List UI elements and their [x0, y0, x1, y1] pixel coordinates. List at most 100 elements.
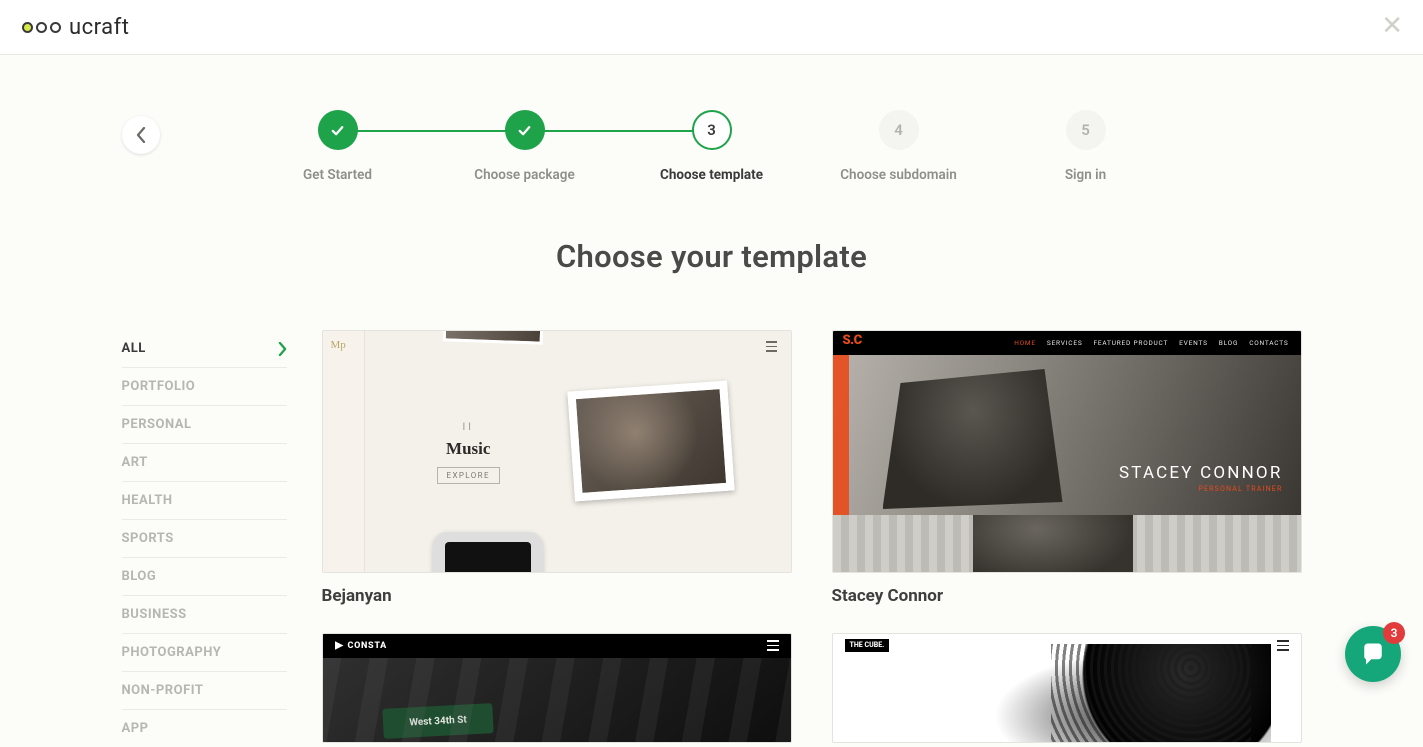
category-item-app[interactable]: APP — [122, 710, 287, 747]
brand-name: ucraft — [69, 15, 129, 40]
person-icon — [883, 369, 1063, 509]
step-choose-subdomain[interactable]: 4 Choose subdomain — [805, 110, 992, 183]
header: ucraft ✕ — [0, 0, 1423, 55]
template-title: Bejanyan — [322, 586, 792, 606]
chat-badge: 3 — [1383, 622, 1405, 644]
template-title: Stacey Connor — [832, 586, 1302, 606]
thumb-hero-subtitle: PERSONAL TRAINER — [1198, 485, 1282, 493]
thumb-heading: Music — [437, 439, 500, 459]
phone-icon — [433, 532, 543, 573]
step-choose-package[interactable]: Choose package — [431, 110, 618, 183]
step-connector — [731, 130, 881, 132]
step-label: Choose package — [474, 167, 574, 183]
step-number: 3 — [707, 121, 716, 139]
step-choose-template[interactable]: 3 Choose template — [618, 110, 805, 183]
thumb-brand: THE CUBE. — [845, 639, 890, 652]
chevron-right-icon — [278, 342, 287, 356]
category-label: PHOTOGRAPHY — [122, 645, 222, 660]
category-item-personal[interactable]: PERSONAL — [122, 406, 287, 444]
template-thumbnail: THE CUBE. — [832, 633, 1302, 743]
person-icon — [981, 644, 1271, 743]
category-label: PERSONAL — [122, 417, 192, 432]
step-circle — [318, 110, 358, 150]
photo-icon — [567, 381, 734, 502]
person-icon — [973, 515, 1133, 572]
thumb-hero-name: STACEY CONNOR — [1119, 463, 1283, 483]
hamburger-icon — [766, 341, 777, 352]
hamburger-icon — [767, 640, 779, 651]
chat-icon — [1359, 640, 1387, 668]
category-label: APP — [122, 721, 149, 736]
back-button[interactable] — [122, 116, 160, 154]
category-label: NON-PROFIT — [122, 683, 204, 698]
stepper: Get Started Choose package 3 Choose temp… — [122, 110, 1302, 183]
chat-button[interactable]: 3 — [1345, 626, 1401, 682]
step-get-started[interactable]: Get Started — [244, 110, 431, 183]
thumb-nav-item: HOME — [1014, 339, 1036, 347]
step-label: Choose subdomain — [840, 167, 957, 183]
content: ALL PORTFOLIO PERSONAL ART HEALTH SPORTS… — [122, 330, 1302, 747]
thumb-nav: HOME SERVICES FEATURED PRODUCT EVENTS BL… — [833, 331, 1301, 355]
thumb-nav-item: SERVICES — [1047, 339, 1083, 347]
step-circle: 5 — [1066, 110, 1106, 150]
step-circle: 4 — [879, 110, 919, 150]
close-icon: ✕ — [1381, 11, 1403, 41]
page-title: Choose your template — [0, 238, 1423, 275]
pause-icon: II — [437, 422, 500, 433]
template-thumbnail: CONSTA West 34th St — [322, 633, 792, 743]
thumb-brand: S.C — [843, 333, 862, 348]
step-label: Choose template — [660, 167, 763, 183]
step-connector — [918, 130, 1068, 132]
category-item-business[interactable]: BUSINESS — [122, 596, 287, 634]
thumb-nav-item: EVENTS — [1179, 339, 1208, 347]
thumb-nav-item: FEATURED PRODUCT — [1094, 339, 1169, 347]
main: Get Started Choose package 3 Choose temp… — [0, 55, 1423, 747]
chevron-left-icon — [136, 127, 146, 143]
category-item-non-profit[interactable]: NON-PROFIT — [122, 672, 287, 710]
template-card-bejanyan[interactable]: Mp II Music EXPLORE Bejanyan — [322, 330, 792, 611]
category-item-all[interactable]: ALL — [122, 330, 287, 368]
category-label: SPORTS — [122, 531, 174, 546]
category-item-portfolio[interactable]: PORTFOLIO — [122, 368, 287, 406]
template-thumbnail: HOME SERVICES FEATURED PRODUCT EVENTS BL… — [832, 330, 1302, 573]
template-thumbnail: Mp II Music EXPLORE — [322, 330, 792, 573]
template-grid: Mp II Music EXPLORE Bejanyan HOME — [322, 330, 1302, 747]
step-label: Get Started — [303, 167, 372, 183]
category-label: BUSINESS — [122, 607, 187, 622]
logo[interactable]: ucraft — [22, 15, 129, 40]
template-card-cube[interactable]: THE CUBE. — [832, 633, 1302, 747]
step-label: Sign in — [1065, 167, 1106, 183]
thumb-button-label: EXPLORE — [437, 467, 500, 484]
check-icon — [330, 123, 345, 138]
category-item-photography[interactable]: PHOTOGRAPHY — [122, 634, 287, 672]
category-label: PORTFOLIO — [122, 379, 196, 394]
category-label: ART — [122, 455, 148, 470]
category-list: ALL PORTFOLIO PERSONAL ART HEALTH SPORTS… — [122, 330, 287, 747]
step-number: 4 — [894, 121, 903, 139]
check-icon — [517, 123, 532, 138]
category-label: HEALTH — [122, 493, 173, 508]
category-label: BLOG — [122, 569, 157, 584]
category-label: ALL — [122, 341, 146, 356]
steps: Get Started Choose package 3 Choose temp… — [244, 110, 1179, 183]
category-item-blog[interactable]: BLOG — [122, 558, 287, 596]
signature-icon: Mp — [331, 339, 346, 351]
template-card-stacey-connor[interactable]: HOME SERVICES FEATURED PRODUCT EVENTS BL… — [832, 330, 1302, 611]
hamburger-icon — [1277, 640, 1289, 651]
template-card-consta[interactable]: CONSTA West 34th St — [322, 633, 792, 747]
step-circle: 3 — [692, 110, 732, 150]
close-button[interactable]: ✕ — [1381, 13, 1403, 39]
thumb-nav-item: BLOG — [1219, 339, 1238, 347]
thumb-nav-item: CONTACTS — [1249, 339, 1288, 347]
street-sign-icon: West 34th St — [382, 703, 493, 739]
thumb-brand: CONSTA — [335, 641, 387, 651]
category-item-sports[interactable]: SPORTS — [122, 520, 287, 558]
logo-circles-icon — [22, 22, 61, 33]
category-item-art[interactable]: ART — [122, 444, 287, 482]
step-connector — [544, 130, 694, 132]
category-item-health[interactable]: HEALTH — [122, 482, 287, 520]
step-connector — [357, 130, 507, 132]
step-sign-in[interactable]: 5 Sign in — [992, 110, 1179, 183]
step-circle — [505, 110, 545, 150]
step-number: 5 — [1081, 121, 1090, 139]
